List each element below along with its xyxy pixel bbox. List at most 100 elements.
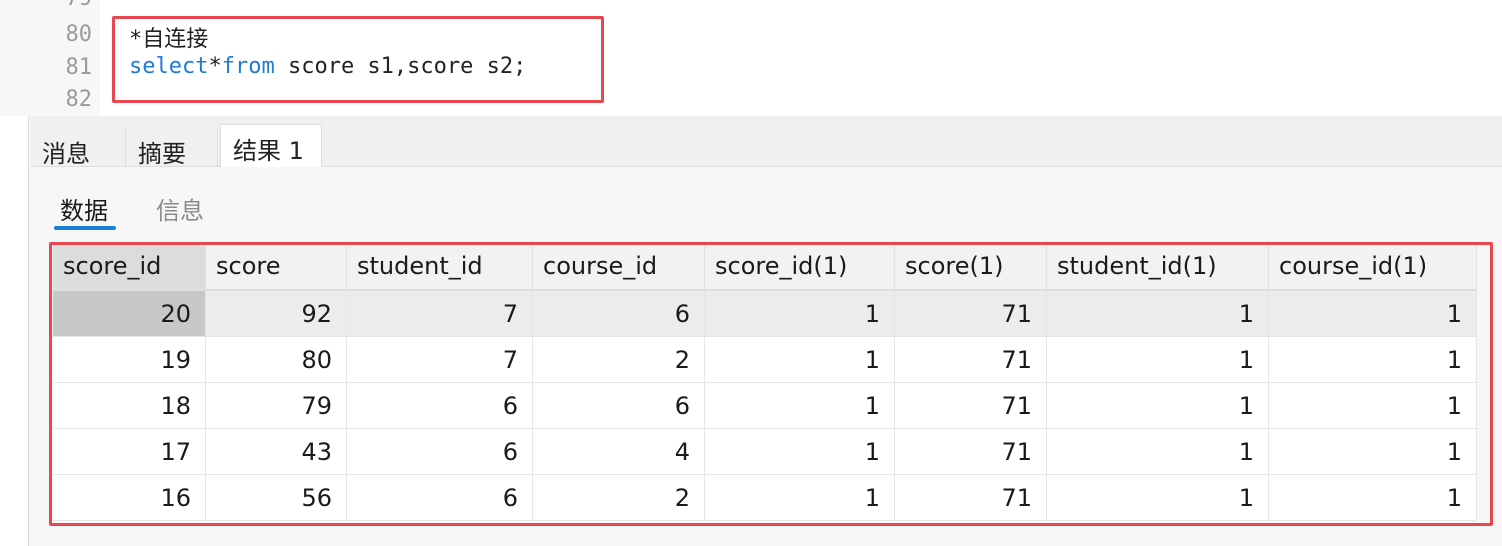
table-cell[interactable]: 1 [705,383,895,429]
table-cell[interactable]: 1 [1047,475,1269,521]
tab-result-1[interactable]: 结果 1 [220,124,322,167]
column-header[interactable]: score(1) [895,244,1047,291]
table-cell[interactable]: 71 [895,383,1047,429]
cell-value: 6 [674,392,690,420]
column-header-label: score [216,252,281,280]
table-row[interactable]: 16 56 6 2 1 71 1 1 [53,475,1477,521]
cell-value: 79 [301,392,332,420]
cell-value: 1 [1446,300,1462,328]
table-cell[interactable]: 17 [53,429,206,475]
column-header[interactable]: student_id(1) [1047,244,1269,291]
result-grid[interactable]: score_id score student_id course_id score_id… [53,244,1477,521]
table-cell[interactable]: 6 [347,383,533,429]
cell-value: 1 [1446,484,1462,512]
column-header-label: student_id(1) [1057,252,1217,280]
table-cell[interactable]: 1 [705,475,895,521]
cell-value: 1 [1238,346,1254,374]
cell-value: 1 [1238,438,1254,466]
table-cell[interactable]: 1 [1269,383,1477,429]
tab-label: 摘要 [138,140,186,168]
column-header-label: student_id [357,252,483,280]
table-cell[interactable]: 92 [206,291,347,337]
table-cell[interactable]: 19 [53,337,206,383]
subtab-info[interactable]: 信息 [156,191,204,226]
tab-messages[interactable]: 消息 [30,128,126,168]
table-cell[interactable]: 1 [705,337,895,383]
cell-value: 92 [301,300,332,328]
table-cell[interactable]: 20 [53,291,206,337]
table-cell[interactable]: 7 [347,337,533,383]
table-row[interactable]: 19 80 7 2 1 71 1 1 [53,337,1477,383]
table-cell[interactable]: 6 [533,383,705,429]
table-cell[interactable]: 79 [206,383,347,429]
cell-value: 4 [674,438,690,466]
table-cell[interactable]: 56 [206,475,347,521]
cell-value: 1 [864,484,880,512]
cell-value: 6 [502,484,518,512]
column-header[interactable]: score [206,244,347,291]
cell-value: 1 [864,346,880,374]
pane-divider [28,116,29,546]
table-row[interactable]: 18 79 6 6 1 71 1 1 [53,383,1477,429]
table-cell[interactable]: 1 [705,429,895,475]
column-header[interactable]: course_id(1) [1269,244,1477,291]
table-cell[interactable]: 71 [895,337,1047,383]
cell-value: 6 [502,392,518,420]
column-header[interactable]: score_id(1) [705,244,895,291]
cell-value: 56 [301,484,332,512]
line-number: 82 [65,87,93,112]
cell-value: 1 [1446,392,1462,420]
cell-value: 1 [1238,300,1254,328]
table-cell[interactable]: 7 [347,291,533,337]
table-cell[interactable]: 71 [895,291,1047,337]
cell-value: 1 [1238,392,1254,420]
table-cell[interactable]: 1 [705,291,895,337]
column-header-label: score_id [63,252,162,280]
table-cell[interactable]: 6 [347,429,533,475]
table-cell[interactable]: 6 [533,291,705,337]
table-cell[interactable]: 80 [206,337,347,383]
cell-value: 18 [160,392,191,420]
table-cell[interactable]: 1 [1047,291,1269,337]
table-cell[interactable]: 1 [1269,429,1477,475]
column-header[interactable]: student_id [347,244,533,291]
line-number: 81 [65,55,93,80]
table-cell[interactable]: 71 [895,475,1047,521]
cell-value: 71 [1001,300,1032,328]
table-row[interactable]: 17 43 6 4 1 71 1 1 [53,429,1477,475]
table-cell[interactable]: 2 [533,475,705,521]
table-cell[interactable]: 43 [206,429,347,475]
table-cell[interactable]: 1 [1269,475,1477,521]
cell-value: 71 [1001,484,1032,512]
cell-value: 6 [502,438,518,466]
tab-summary[interactable]: 摘要 [126,128,218,168]
result-subtabs: 数据 信息 [30,167,1502,237]
column-header[interactable]: course_id [533,244,705,291]
cell-value: 71 [1001,346,1032,374]
cell-value: 1 [1238,484,1254,512]
cell-value: 20 [160,300,191,328]
table-cell[interactable]: 16 [53,475,206,521]
table-cell[interactable]: 71 [895,429,1047,475]
table-cell[interactable]: 1 [1047,429,1269,475]
column-header-label: course_id(1) [1279,252,1428,280]
table-cell[interactable]: 18 [53,383,206,429]
table-cell[interactable]: 1 [1047,383,1269,429]
column-header[interactable]: score_id [53,244,206,291]
cell-value: 16 [160,484,191,512]
table-cell[interactable]: 1 [1269,337,1477,383]
table-cell[interactable]: 4 [533,429,705,475]
table-cell[interactable]: 1 [1047,337,1269,383]
table-cell[interactable]: 6 [347,475,533,521]
table-row[interactable]: 20 92 7 6 1 71 1 1 [53,291,1477,337]
subtab-data[interactable]: 数据 [60,191,108,226]
cell-value: 2 [674,484,690,512]
table-cell[interactable]: 2 [533,337,705,383]
cell-value: 71 [1001,438,1032,466]
line-number: 79 [0,0,93,11]
tab-label: 结果 1 [233,137,304,165]
column-header-label: score(1) [905,252,1004,280]
cell-value: 6 [674,300,690,328]
column-header-label: score_id(1) [715,252,848,280]
table-cell[interactable]: 1 [1269,291,1477,337]
